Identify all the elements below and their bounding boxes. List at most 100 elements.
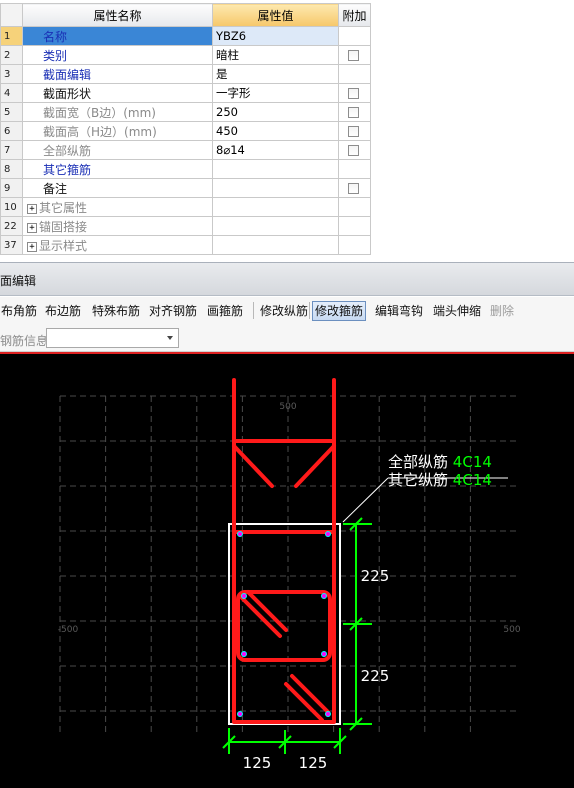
column-header-value[interactable]: 属性值 xyxy=(212,3,339,27)
corner-bar[interactable] xyxy=(237,711,243,717)
property-value-cell[interactable]: 是 xyxy=(212,64,339,84)
row-number: 7 xyxy=(0,140,23,160)
property-extra-cell xyxy=(338,83,371,103)
property-value-cell[interactable]: 8⌀14 xyxy=(212,140,339,160)
side-bar[interactable] xyxy=(321,651,327,657)
property-name-cell[interactable]: 全部纵筋 xyxy=(22,140,213,160)
toolbar-button[interactable]: 对齐钢筋 xyxy=(146,301,200,321)
property-name-cell[interactable]: + 锚固搭接 xyxy=(22,216,213,236)
toolbar-button[interactable]: 特殊布筋 xyxy=(89,301,143,321)
extra-checkbox[interactable] xyxy=(348,88,359,99)
expand-icon[interactable]: + xyxy=(27,222,37,233)
toolbar-button[interactable]: 端头伸缩 xyxy=(430,301,484,321)
property-row[interactable]: 2 类别 暗柱 xyxy=(0,45,371,65)
property-name-cell[interactable]: 名称 xyxy=(22,26,213,46)
property-row[interactable]: 37 + 显示样式 xyxy=(0,235,371,255)
row-number: 1 xyxy=(0,26,23,46)
side-bar[interactable] xyxy=(241,651,247,657)
section-drawing-canvas[interactable]: 500 -500 500 全部纵筋 4C14 其它纵筋 4C14 225 225… xyxy=(0,354,574,788)
dimension-bottom-left[interactable]: 125 xyxy=(243,754,272,772)
row-number: 6 xyxy=(0,121,23,141)
property-value-cell[interactable] xyxy=(212,159,339,179)
column-section-outline[interactable] xyxy=(228,523,341,725)
property-value-cell[interactable]: YBZ6 xyxy=(212,26,339,46)
corner-bar[interactable] xyxy=(237,531,243,537)
side-bar[interactable] xyxy=(241,593,247,599)
dimension-bottom-right[interactable]: 125 xyxy=(299,754,328,772)
property-name-cell[interactable]: + 其它属性 xyxy=(22,197,213,217)
property-value-cell[interactable]: 250 xyxy=(212,102,339,122)
property-value-cell[interactable]: 450 xyxy=(212,121,339,141)
property-extra-cell xyxy=(338,216,371,236)
section-drawing[interactable]: 500 -500 500 全部纵筋 4C14 其它纵筋 4C14 225 225… xyxy=(0,354,574,788)
dimension-right-upper[interactable]: 225 xyxy=(361,567,390,585)
property-row[interactable]: 22 + 锚固搭接 xyxy=(0,216,371,236)
side-bar[interactable] xyxy=(321,593,327,599)
property-row[interactable]: 3 截面编辑 是 xyxy=(0,64,371,84)
property-extra-cell xyxy=(338,45,371,65)
inner-stirrup-hook[interactable] xyxy=(240,590,288,638)
annotation-leader xyxy=(342,477,389,523)
expand-icon[interactable]: + xyxy=(27,203,37,214)
row-number: 9 xyxy=(0,178,23,198)
property-name-cell[interactable]: 截面宽（B边）(mm) xyxy=(22,102,213,122)
property-extra-cell xyxy=(338,102,371,122)
property-name-cell[interactable]: 类别 xyxy=(22,45,213,65)
stirrups[interactable] xyxy=(232,378,336,724)
lower-tie-hook[interactable] xyxy=(284,674,330,722)
annotation-other-rebar-value: 4C14 xyxy=(453,471,492,489)
toolbar-button[interactable]: 布角筋 xyxy=(0,301,40,321)
property-value-cell[interactable] xyxy=(212,197,339,217)
property-grid: 属性名称 属性值 附加 1 名称 YBZ6 2 类别 暗柱 3 截面编辑 是 4 截面形状 一字形 5 截… xyxy=(0,0,574,262)
property-value-cell[interactable]: 暗柱 xyxy=(212,45,339,65)
toolbar-button[interactable]: 画箍筋 xyxy=(204,301,246,321)
stirrup-hook-left[interactable] xyxy=(232,444,274,488)
extra-checkbox[interactable] xyxy=(348,145,359,156)
extra-checkbox[interactable] xyxy=(348,126,359,137)
dimension-right-lower[interactable]: 225 xyxy=(361,667,390,685)
property-row[interactable]: 8 其它箍筋 xyxy=(0,159,371,179)
column-header-extra[interactable]: 附加 xyxy=(338,3,371,27)
property-row[interactable]: 5 截面宽（B边）(mm) 250 xyxy=(0,102,371,122)
property-value-cell[interactable]: 一字形 xyxy=(212,83,339,103)
annotation-line-1[interactable]: 全部纵筋 4C14 xyxy=(388,453,492,471)
property-name-cell[interactable]: 其它箍筋 xyxy=(22,159,213,179)
property-extra-cell xyxy=(338,159,371,179)
longitudinal-bars[interactable] xyxy=(237,531,331,717)
property-name-cell[interactable]: 截面高（H边）(mm) xyxy=(22,121,213,141)
annotation-line-2[interactable]: 其它纵筋 4C14 xyxy=(388,471,492,489)
property-value-cell[interactable] xyxy=(212,235,339,255)
property-name: 截面编辑 xyxy=(43,67,92,82)
rebar-info-dropdown[interactable] xyxy=(46,328,179,348)
extra-checkbox[interactable] xyxy=(348,50,359,61)
expand-icon[interactable]: + xyxy=(27,241,37,252)
property-value-cell[interactable] xyxy=(212,216,339,236)
outer-stirrup-legs[interactable] xyxy=(232,378,336,724)
property-row[interactable]: 6 截面高（H边）(mm) 450 xyxy=(0,121,371,141)
property-name-cell[interactable]: 截面形状 xyxy=(22,83,213,103)
property-row[interactable]: 9 备注 xyxy=(0,178,371,198)
property-name-cell[interactable]: 截面编辑 xyxy=(22,64,213,84)
toolbar-button[interactable]: 修改纵筋 xyxy=(257,301,311,321)
corner-bar[interactable] xyxy=(325,711,331,717)
toolbar-button[interactable]: 编辑弯钩 xyxy=(372,301,426,321)
chevron-down-icon[interactable] xyxy=(167,336,173,340)
toolbar-button[interactable]: 删除 xyxy=(487,301,517,321)
property-name-cell[interactable]: 备注 xyxy=(22,178,213,198)
grid-label-top: 500 xyxy=(279,402,296,412)
annotation-other-rebar-label: 其它纵筋 xyxy=(388,471,448,489)
property-row[interactable]: 7 全部纵筋 8⌀14 xyxy=(0,140,371,160)
extra-checkbox[interactable] xyxy=(348,107,359,118)
property-row[interactable]: 4 截面形状 一字形 xyxy=(0,83,371,103)
property-extra-cell xyxy=(338,140,371,160)
corner-bar[interactable] xyxy=(325,531,331,537)
property-row[interactable]: 1 名称 YBZ6 xyxy=(0,26,371,46)
property-row[interactable]: 10 + 其它属性 xyxy=(0,197,371,217)
extra-checkbox[interactable] xyxy=(348,183,359,194)
property-value-cell[interactable] xyxy=(212,178,339,198)
stirrup-hook-right[interactable] xyxy=(294,444,336,488)
toolbar-button[interactable]: 布边筋 xyxy=(42,301,84,321)
toolbar-button[interactable]: 修改箍筋 xyxy=(312,301,367,321)
column-header-name[interactable]: 属性名称 xyxy=(22,3,213,27)
property-name-cell[interactable]: + 显示样式 xyxy=(22,235,213,255)
